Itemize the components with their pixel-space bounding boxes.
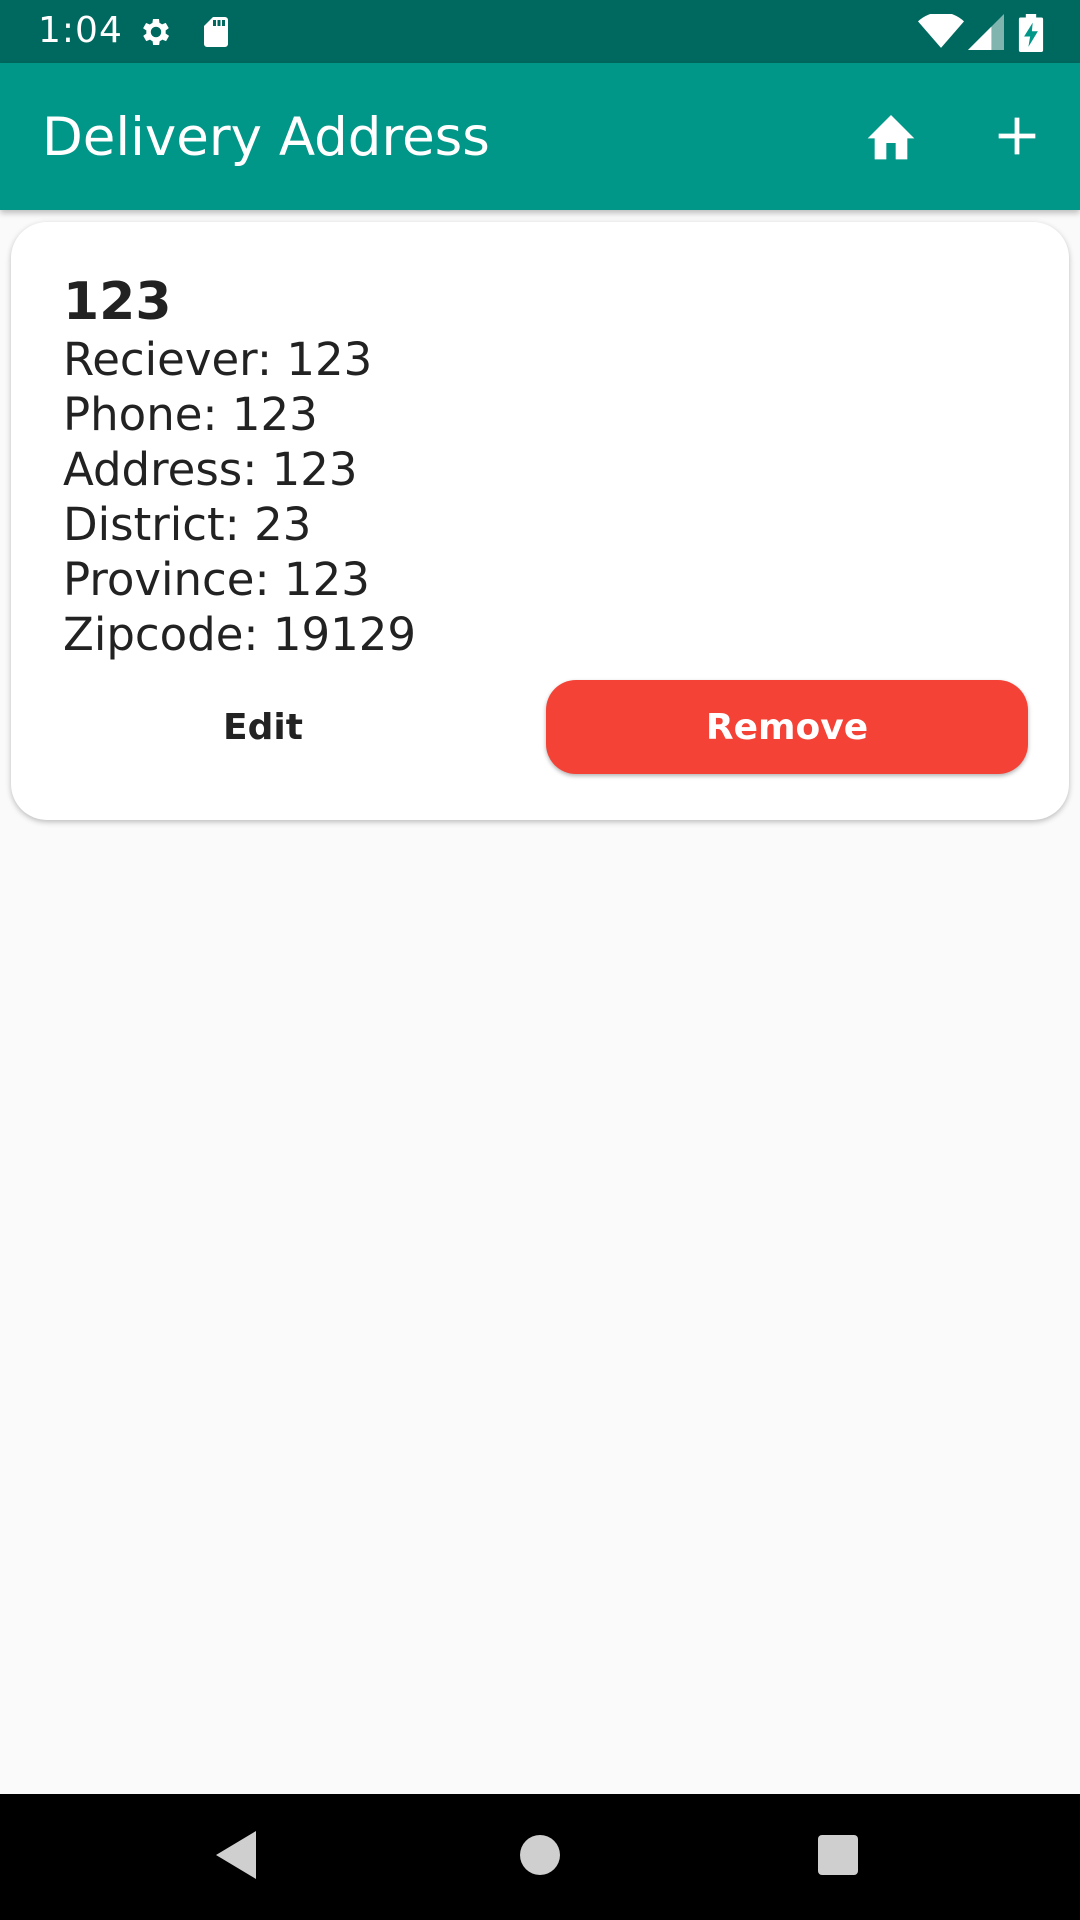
battery-charging-icon <box>1018 14 1044 52</box>
add-icon <box>995 114 1039 163</box>
zipcode-line: Zipcode: 19129 <box>63 608 417 661</box>
page-title: Delivery Address <box>42 107 490 168</box>
recents-icon <box>818 1834 858 1880</box>
remove-button[interactable]: Remove <box>546 680 1028 774</box>
settings-icon <box>138 14 174 50</box>
app-bar: Delivery Address <box>0 63 1080 210</box>
address-details: Reciever: 123 Phone: 123 Address: 123 Di… <box>63 332 416 662</box>
district-line: District: 23 <box>63 498 312 551</box>
home-circle-icon <box>520 1834 560 1880</box>
home-nav-button[interactable] <box>500 1817 580 1897</box>
status-time: 1:04 <box>38 10 123 51</box>
home-button[interactable] <box>856 103 926 173</box>
signal-icon <box>968 14 1004 50</box>
province-line: Province: 123 <box>63 553 370 606</box>
address-line: Address: 123 <box>63 443 358 496</box>
edit-button[interactable]: Edit <box>63 680 463 774</box>
recents-button[interactable] <box>798 1817 878 1897</box>
back-button[interactable] <box>198 1817 278 1897</box>
sd-card-icon <box>198 14 234 50</box>
wifi-icon <box>918 12 964 50</box>
phone-line: Phone: 123 <box>63 388 318 441</box>
system-nav-bar <box>0 1794 1080 1920</box>
back-icon <box>216 1830 260 1884</box>
address-name: 123 <box>63 272 172 332</box>
add-address-button[interactable] <box>982 103 1052 173</box>
address-card: 123 Reciever: 123 Phone: 123 Address: 12… <box>11 222 1069 820</box>
home-icon <box>863 110 919 167</box>
status-bar: 1:04 <box>0 0 1080 63</box>
receiver-line: Reciever: 123 <box>63 333 373 386</box>
